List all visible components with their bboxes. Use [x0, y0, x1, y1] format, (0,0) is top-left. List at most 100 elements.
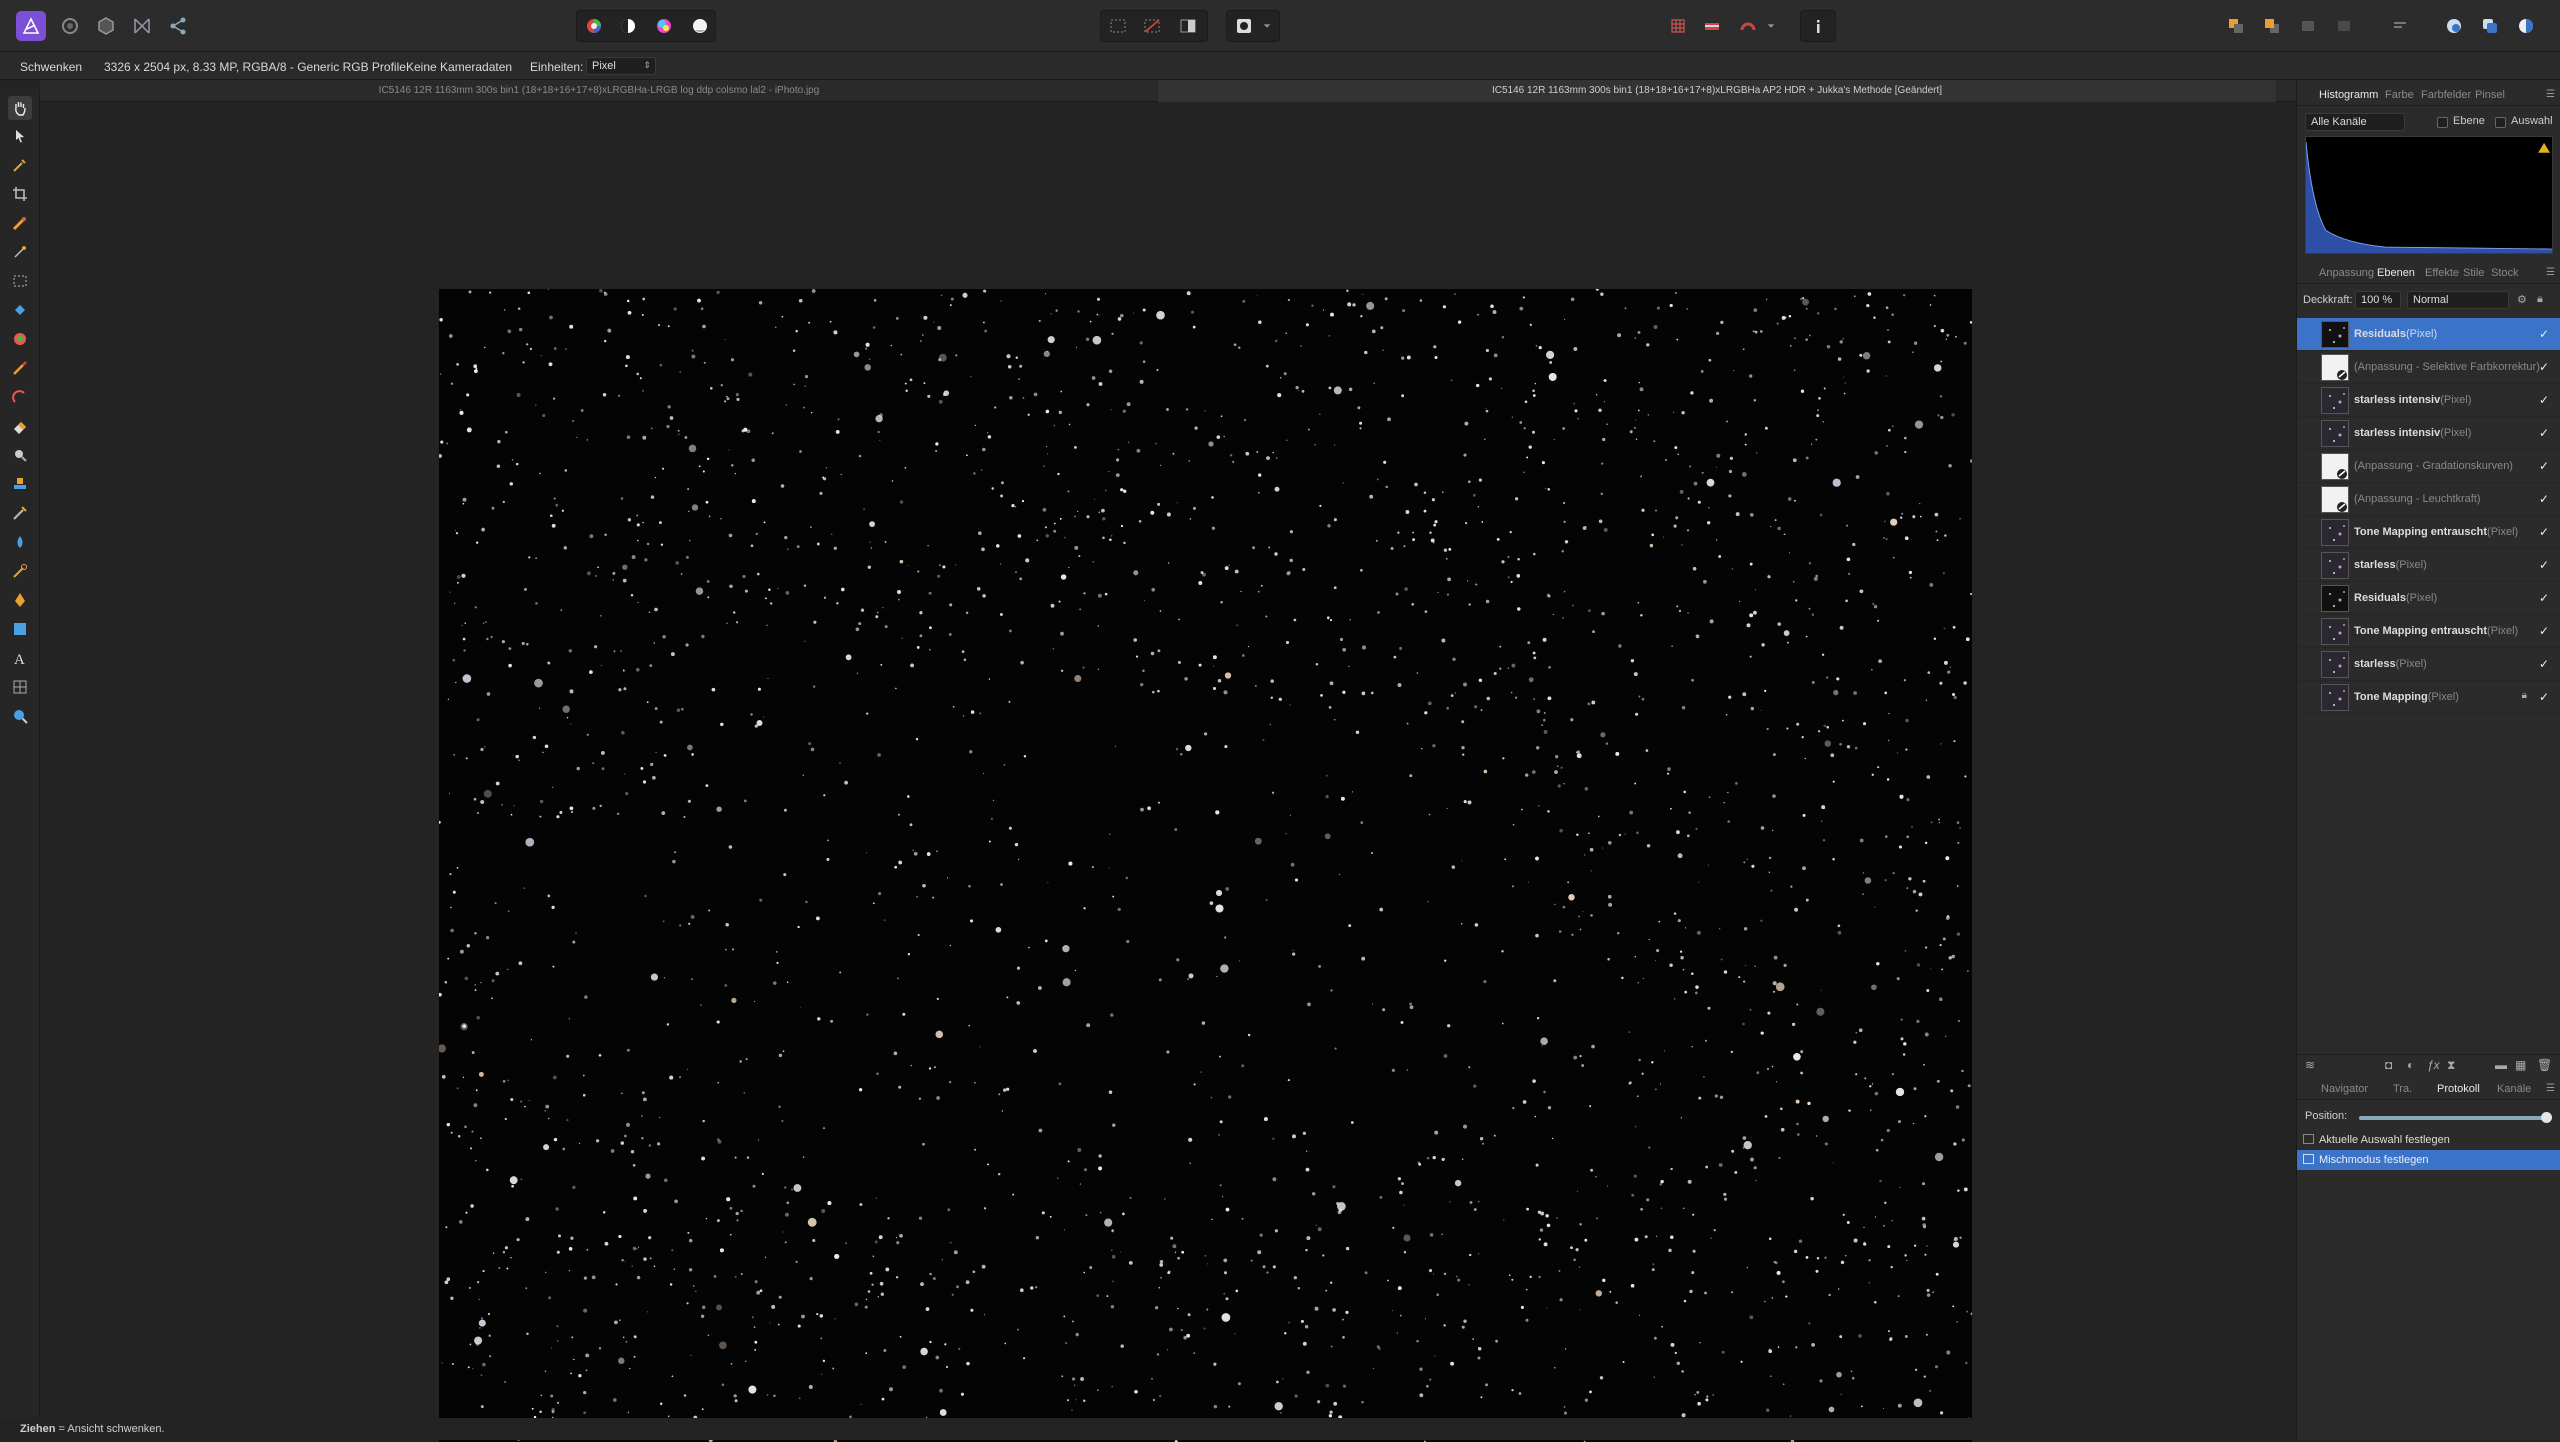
invert-selection-icon[interactable]	[1174, 12, 1202, 40]
layer-visibility-checkbox[interactable]: ✓	[2539, 591, 2549, 605]
tab-farbfelder[interactable]: Farbfelder	[2421, 89, 2471, 101]
arrange-front-icon[interactable]	[2258, 12, 2286, 40]
hand-tool-icon[interactable]	[8, 96, 32, 120]
tab-navigator[interactable]: Navigator	[2321, 1083, 2368, 1095]
selection-brush-icon[interactable]	[8, 211, 32, 235]
erase-brush-icon[interactable]	[8, 414, 32, 438]
layer-visibility-checkbox[interactable]: ✓	[2539, 624, 2549, 638]
panel-menu-icon[interactable]: ☰	[2546, 89, 2555, 100]
folder-icon[interactable]: ▬	[2495, 1058, 2507, 1072]
export-icon[interactable]	[2476, 12, 2504, 40]
align-icon[interactable]	[2386, 12, 2414, 40]
layer-row[interactable]: starless(Pixel) ✓	[2297, 549, 2560, 582]
panel-menu-icon[interactable]: ☰	[2546, 1083, 2555, 1094]
color-picker-icon[interactable]	[8, 153, 32, 177]
blur-brush-icon[interactable]	[8, 530, 32, 554]
layer-visibility-checkbox[interactable]: ✓	[2539, 327, 2549, 341]
flood-fill-icon[interactable]	[8, 298, 32, 322]
paint-brush-icon[interactable]	[8, 356, 32, 380]
units-select[interactable]: Pixel	[586, 57, 656, 75]
tab-histogram[interactable]: Histogramm	[2319, 89, 2378, 101]
gear-icon[interactable]: ⚙	[2517, 293, 2527, 306]
layers-stack-icon[interactable]: ≋	[2305, 1058, 2315, 1072]
blend-mode-select[interactable]: Normal	[2407, 291, 2509, 309]
tab-protokoll[interactable]: Protokoll	[2437, 1083, 2480, 1095]
panel-menu-icon[interactable]: ☰	[2546, 267, 2555, 278]
tab-stile[interactable]: Stile	[2463, 267, 2484, 279]
color-wheel-icon[interactable]	[580, 12, 608, 40]
info-icon[interactable]	[1804, 12, 1832, 40]
layer-visibility-checkbox[interactable]: ✓	[2539, 525, 2549, 539]
assistant-icon[interactable]	[2440, 12, 2468, 40]
layer-row[interactable]: (Anpassung - Gradationskurven) ✓	[2297, 450, 2560, 483]
layer-row[interactable]: starless intensiv(Pixel) ✓	[2297, 384, 2560, 417]
clone-brush-icon[interactable]	[8, 472, 32, 496]
layer-row[interactable]: (Anpassung - Selektive Farbkorrektur) ✓	[2297, 351, 2560, 384]
inpainting-brush-icon[interactable]	[8, 501, 32, 525]
layer-visibility-checkbox[interactable]: ✓	[2539, 360, 2549, 374]
history-item[interactable]: Aktuelle Auswahl festlegen	[2297, 1130, 2560, 1150]
text-tool-icon[interactable]: A	[8, 646, 32, 670]
export-persona-icon[interactable]	[164, 12, 192, 40]
tab-kanaele[interactable]: Kanäle	[2497, 1083, 2531, 1095]
astro-image-canvas[interactable]	[439, 289, 1972, 1442]
layer-row[interactable]: Tone Mapping entrauscht(Pixel) ✓	[2297, 615, 2560, 648]
layer-row[interactable]: starless intensiv(Pixel) ✓	[2297, 417, 2560, 450]
tab-stock[interactable]: Stock	[2491, 267, 2519, 279]
layer-row[interactable]: Tone Mapping(Pixel) 🔒︎ ✓	[2297, 681, 2560, 714]
dodge-brush-icon[interactable]	[8, 443, 32, 467]
layer-row[interactable]: Residuals(Pixel) ✓	[2297, 582, 2560, 615]
live-filter-icon[interactable]: ⧗	[2447, 1058, 2455, 1073]
layer-visibility-checkbox[interactable]: ✓	[2539, 393, 2549, 407]
pen-tool-icon[interactable]	[8, 588, 32, 612]
tone-mapping-persona-icon[interactable]	[128, 12, 156, 40]
layer-visibility-checkbox[interactable]: ✓	[2539, 459, 2549, 473]
layer-visibility-checkbox[interactable]: ✓	[2539, 492, 2549, 506]
deselect-icon[interactable]	[1138, 12, 1166, 40]
layer-row[interactable]: (Anpassung - Leuchtkraft) ✓	[2297, 483, 2560, 516]
white-balance-icon[interactable]	[686, 12, 714, 40]
smudge-brush-icon[interactable]	[8, 559, 32, 583]
fx-icon[interactable]: ƒx	[2427, 1058, 2440, 1072]
develop-persona-icon[interactable]	[56, 12, 84, 40]
slider-knob[interactable]	[2541, 1112, 2552, 1123]
history-position-slider[interactable]	[2359, 1112, 2552, 1123]
zoom-tool-icon[interactable]	[8, 704, 32, 728]
ebene-checkbox[interactable]	[2437, 117, 2448, 128]
arrange-icon[interactable]	[2294, 12, 2322, 40]
contrast-icon[interactable]	[614, 12, 642, 40]
layer-visibility-checkbox[interactable]: ✓	[2539, 426, 2549, 440]
arrange-icon-2[interactable]	[2330, 12, 2358, 40]
saturation-icon[interactable]	[650, 12, 678, 40]
tab-effekte[interactable]: Effekte	[2425, 267, 2459, 279]
layer-lock-icon[interactable]: 🔒︎	[2522, 690, 2527, 701]
auswahl-checkbox[interactable]	[2495, 117, 2506, 128]
layer-row[interactable]: Tone Mapping entrauscht(Pixel) ✓	[2297, 516, 2560, 549]
new-layer-icon[interactable]: ▦	[2515, 1058, 2526, 1072]
history-item-active[interactable]: Mischmodus festlegen	[2297, 1150, 2560, 1170]
liquify-persona-icon[interactable]	[92, 12, 120, 40]
chevron-down-icon[interactable]	[1762, 12, 1780, 40]
adjustment-icon[interactable]: ◐	[2407, 1058, 2414, 1072]
marquee-tool-icon[interactable]	[8, 269, 32, 293]
trash-icon[interactable]: 🗑︎	[2537, 1058, 2552, 1072]
channel-select[interactable]: Alle Kanäle	[2305, 113, 2405, 131]
color-replacement-icon[interactable]	[8, 385, 32, 409]
canvas-area[interactable]	[40, 102, 2296, 1442]
flood-select-icon[interactable]	[8, 240, 32, 264]
layer-visibility-checkbox[interactable]: ✓	[2539, 657, 2549, 671]
studio-icon[interactable]	[2512, 12, 2540, 40]
mask-icon[interactable]: ◘	[2385, 1058, 2392, 1072]
opacity-select[interactable]: 100 %	[2355, 291, 2401, 309]
gradient-tool-icon[interactable]	[8, 327, 32, 351]
layer-visibility-checkbox[interactable]: ✓	[2539, 690, 2549, 704]
layer-visibility-checkbox[interactable]: ✓	[2539, 558, 2549, 572]
lock-icon[interactable]: 🔒︎	[2537, 293, 2543, 306]
tab-pinsel[interactable]: Pinsel	[2475, 89, 2505, 101]
layer-row[interactable]: starless(Pixel) ✓	[2297, 648, 2560, 681]
move-tool-icon[interactable]	[8, 124, 32, 148]
flag-icon[interactable]	[1698, 12, 1726, 40]
marquee-icon[interactable]	[1104, 12, 1132, 40]
affinity-photo-icon[interactable]	[16, 11, 46, 41]
document-tab-2[interactable]: IC5146 12R 1163mm 300s bin1 (18+18+16+17…	[1158, 80, 2276, 102]
